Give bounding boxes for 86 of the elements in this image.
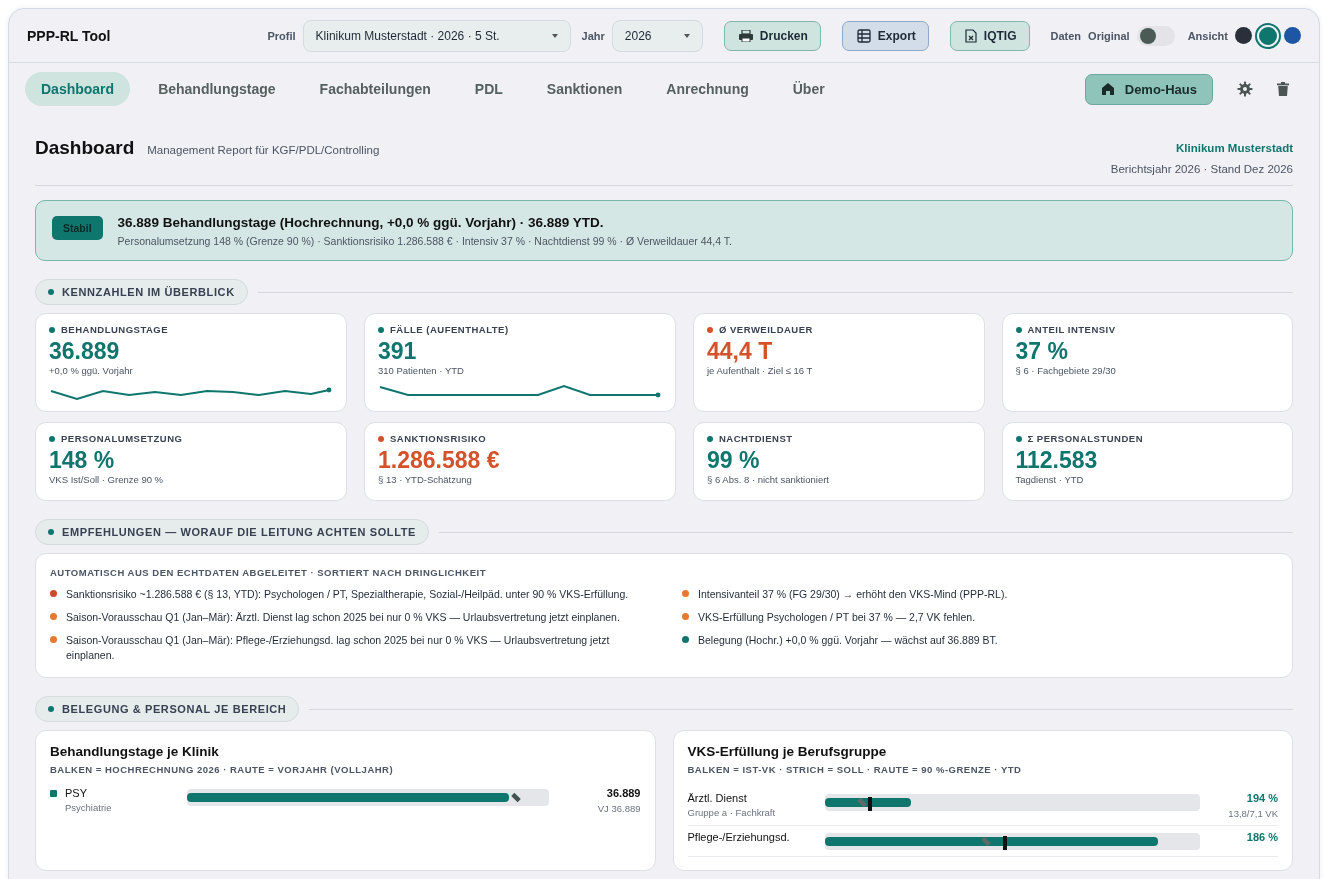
- year-label: Jahr: [581, 29, 605, 42]
- data-toggle[interactable]: [1136, 25, 1175, 46]
- clinic-name: Psychiatrie: [65, 802, 113, 813]
- card-title: VKS-Erfüllung je Berufsgruppe: [687, 744, 888, 759]
- kpi-note: 310 Patienten · YTD: [378, 365, 465, 376]
- kpi-note: § 6 · Fachgebiete 29/30: [1015, 365, 1117, 376]
- nav-tab[interactable]: Anrechnung: [650, 72, 765, 106]
- kpi-note: § 13 · YTD-Schätzung: [378, 474, 473, 485]
- banner-details: Personalumsetzung 148 % (Grenze 90 %) · Sanktionsrisiko 1.286.588 € · Intensiv 37 % · Nachtdienst 99 % · Ø Verweildauer 44,4 T.: [117, 235, 732, 247]
- nav-tab[interactable]: Sanktionen: [530, 72, 639, 106]
- kpi-label: BEHANDLUNGSTAGE: [61, 324, 169, 335]
- kpi-value: 44,4 T: [707, 338, 774, 364]
- theme-swatch[interactable]: [1257, 24, 1279, 47]
- nav-tab[interactable]: PDL: [458, 72, 519, 106]
- settings-icon[interactable]: [1237, 81, 1253, 97]
- print-button[interactable]: Drucken: [723, 20, 821, 51]
- kpi-label: Σ PERSONALSTUNDEN: [1027, 433, 1144, 444]
- card-legend: BALKEN = HOCHRECHNUNG 2026 · RAUTE = VORJAHR (VOLLJAHR): [50, 764, 641, 775]
- demo-button[interactable]: Demo-Haus: [1084, 73, 1213, 105]
- profile-select[interactable]: Klinikum Musterstadt · 2026 · 5 St.: [302, 19, 571, 52]
- recommendation-text: Belegung (Hochr.) +0,0 % ggü. Vorjahr — wächst auf 36.889 BT.: [698, 633, 998, 648]
- trash-icon[interactable]: [1277, 82, 1289, 96]
- status-badge: Stabil: [52, 216, 103, 240]
- kpi-label: FÄLLE (AUFENTHALTE): [390, 324, 509, 335]
- recommendation-text: VKS-Erfüllung Psychologen / PT bei 37 % — 2,7 VK fehlen.: [698, 610, 976, 625]
- page-title: Dashboard: [35, 137, 135, 159]
- section-heading: KENNZAHLEN IM ÜBERBLICK: [35, 279, 248, 305]
- nav-tab[interactable]: Fachabteilungen: [303, 72, 447, 106]
- theme-swatch[interactable]: [1284, 27, 1301, 44]
- kpi-value: 37 %: [1015, 338, 1069, 364]
- data-label: Daten: [1050, 29, 1082, 42]
- fulfillment-percent: 186 %: [1246, 831, 1278, 843]
- clinic-code: PSY: [65, 787, 87, 799]
- report-info: Berichtsjahr 2026 · Stand Dez 2026: [1110, 163, 1293, 175]
- section-heading: EMPFEHLUNGEN — WORAUF DIE LEITUNG ACHTEN SOLLTE: [35, 519, 429, 545]
- caret-icon: [551, 33, 558, 38]
- theme-swatch[interactable]: [1235, 27, 1252, 44]
- recommendation-text: Saison-Vorausschau Q1 (Jan–Mär): Ärztl. Dienst lag schon 2025 bei nur 0 % VKS — Urlaubsvertretung jetzt einplanen.: [66, 610, 620, 625]
- recommendations-heading: AUTOMATISCH AUS DEN ECHTDATEN ABGELEITET · SORTIERT NACH DRINGLICHKEIT: [50, 567, 487, 578]
- data-mode-label: Original: [1088, 29, 1130, 42]
- card-legend: BALKEN = IST-VK · STRICH = SOLL · RAUTE = 90 %-GRENZE · YTD: [687, 764, 1278, 775]
- year-select[interactable]: 2026: [611, 19, 703, 52]
- row-value: 36.889: [606, 787, 641, 799]
- kpi-value: 99 %: [707, 447, 761, 473]
- kpi-label: SANKTIONSRISIKO: [390, 433, 487, 444]
- card-title: Behandlungstage je Klinik: [50, 744, 220, 759]
- recommendation-text: Intensivanteil 37 % (FG 29/30) → erhöht den VKS-Mind (PPP-RL).: [698, 587, 1008, 602]
- profile-label: Profil: [267, 29, 296, 42]
- kpi-label: NACHTDIENST: [719, 433, 793, 444]
- view-label: Ansicht: [1187, 29, 1228, 42]
- kpi-note: § 6 Abs. 8 · nicht sanktioniert: [707, 474, 830, 485]
- kpi-label: PERSONALUMSETZUNG: [61, 433, 183, 444]
- kpi-value: 36.889: [49, 338, 121, 364]
- file-button[interactable]: IQTIG: [949, 20, 1030, 51]
- table-icon: [856, 28, 871, 43]
- kpi-value: 112.583: [1015, 447, 1099, 473]
- kpi-value: 1.286.588 €: [378, 447, 501, 473]
- file-icon: [964, 28, 977, 43]
- kpi-label: ANTEIL INTENSIV: [1027, 324, 1116, 335]
- kpi-note: VKS Ist/Soll · Grenze 90 %: [49, 474, 165, 485]
- nav-tab[interactable]: Behandlungstage: [142, 72, 292, 106]
- section-heading: BELEGUNG & PERSONAL JE BEREICH: [35, 696, 300, 722]
- nav-tab[interactable]: Über: [776, 72, 841, 106]
- house-icon: [1100, 82, 1115, 96]
- kpi-label: Ø VERWEILDAUER: [719, 324, 813, 335]
- banner-headline: 36.889 Behandlungstage (Hochrechnung, +0,0 % ggü. Vorjahr) · 36.889 YTD.: [117, 215, 605, 230]
- kpi-value: 148 %: [49, 447, 116, 473]
- printer-icon: [738, 29, 753, 42]
- nav-tab[interactable]: Dashboard: [25, 72, 131, 106]
- page-subtitle: Management Report für KGF/PDL/Controlling: [147, 144, 380, 156]
- organization-name: Klinikum Musterstadt: [1176, 142, 1293, 154]
- app-title: PPP-RL Tool: [27, 27, 111, 44]
- recommendation-text: Sanktionsrisiko ~1.286.588 € (§ 13, YTD): Psychologen / PT, Spezialtherapie, Sozial-/Heilpäd. unter 90 % VKS-Erfüllung.: [66, 587, 629, 602]
- kpi-note: je Aufenthalt · Ziel ≤ 16 T: [707, 365, 814, 376]
- group-note: Gruppe a · Fachkraft: [687, 807, 777, 818]
- group-name: Ärztl. Dienst: [687, 792, 748, 804]
- recommendation-text: Saison-Vorausschau Q1 (Jan–Mär): Pflege-/Erziehungsd. lag schon 2025 bei nur 0 % VKS — Urlaubsvertretung jetzt einplanen.: [66, 633, 611, 663]
- fulfillment-percent: 194 %: [1246, 792, 1278, 804]
- caret-icon: [683, 33, 690, 38]
- kpi-note: Tagdienst · YTD: [1015, 474, 1085, 485]
- kpi-value: 391: [378, 338, 418, 364]
- group-name: Pflege-/Erziehungsd.: [687, 831, 791, 843]
- kpi-note: +0,0 % ggü. Vorjahr: [49, 365, 134, 376]
- vk-detail: 13,8/7,1 VK: [1228, 808, 1278, 819]
- previous-year-value: VJ 36.889: [597, 803, 641, 814]
- export-button[interactable]: Export: [841, 20, 929, 51]
